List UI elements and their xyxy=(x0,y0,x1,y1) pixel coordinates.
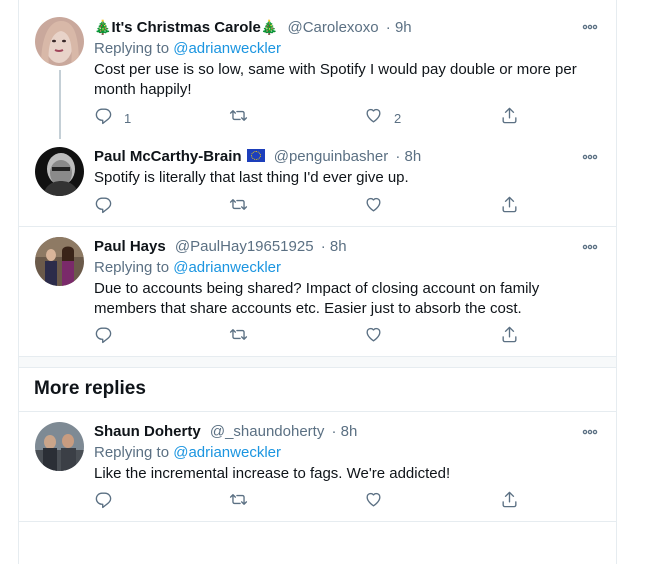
section-spacer xyxy=(19,357,616,367)
reply-button[interactable] xyxy=(94,327,113,347)
replying-to: Replying to @adrianweckler xyxy=(94,39,281,59)
replying-to: Replying to @adrianweckler xyxy=(94,443,281,463)
eu-flag-icon xyxy=(246,149,265,162)
replying-to-label: Replying to xyxy=(94,40,170,57)
avatar[interactable] xyxy=(35,237,84,286)
reply-count: 1 xyxy=(124,110,132,126)
reply-icon xyxy=(94,195,113,219)
tweet-text: Due to accounts being shared? Impact of … xyxy=(94,280,540,317)
display-name[interactable]: Shaun Doherty xyxy=(94,423,201,440)
thread-connector xyxy=(59,70,61,139)
display-name[interactable]: It's Christmas Carole xyxy=(111,19,260,36)
heart-icon xyxy=(364,490,383,514)
retweet-icon xyxy=(229,106,248,130)
christmas-tree-icon: 🎄 xyxy=(94,19,112,35)
tweet-text: Like the incremental increase to fags. W… xyxy=(94,465,451,482)
replying-to-link[interactable]: @adrianweckler xyxy=(173,40,281,57)
timestamp[interactable]: · 9h xyxy=(386,19,412,36)
share-icon xyxy=(500,325,519,349)
tweet-header: Paul McCarthy-Brain @penguinbasher · 8h xyxy=(94,147,421,167)
replying-to-label: Replying to xyxy=(94,444,170,461)
user-handle[interactable]: @Carolexoxo xyxy=(288,19,379,36)
more-options-icon[interactable] xyxy=(580,237,600,257)
reply-tweet[interactable]: Paul Hays @PaulHay19651925 · 8h Replying… xyxy=(19,237,616,355)
tweet-actions xyxy=(94,325,544,349)
divider xyxy=(19,367,616,368)
replying-to: Replying to @adrianweckler xyxy=(94,258,281,278)
heart-icon xyxy=(364,325,383,349)
avatar[interactable] xyxy=(35,147,84,196)
timestamp[interactable]: · 8h xyxy=(321,238,347,255)
tweet-actions xyxy=(94,490,544,514)
share-button[interactable] xyxy=(500,106,519,130)
display-name[interactable]: Paul McCarthy-Brain xyxy=(94,148,242,165)
replies-column: 🎄It's Christmas Carole🎄 @Carolexoxo · 9h… xyxy=(18,0,617,564)
tweet-header: Paul Hays @PaulHay19651925 · 8h xyxy=(94,237,347,257)
retweet-button[interactable] xyxy=(229,108,248,128)
retweet-button[interactable] xyxy=(229,492,248,512)
more-replies-heading: More replies xyxy=(34,378,146,399)
tweet-actions: 1 2 xyxy=(94,106,544,130)
user-handle[interactable]: @penguinbasher xyxy=(274,148,388,165)
share-icon xyxy=(500,490,519,514)
share-icon xyxy=(500,195,519,219)
retweet-icon xyxy=(229,195,248,219)
display-name[interactable]: Paul Hays xyxy=(94,238,166,255)
reply-tweet[interactable]: Paul McCarthy-Brain @penguinbasher · 8h … xyxy=(19,147,616,217)
tweet-header: Shaun Doherty @_shaundoherty · 8h xyxy=(94,422,357,442)
avatar[interactable] xyxy=(35,422,84,471)
avatar[interactable] xyxy=(35,17,84,66)
retweet-icon xyxy=(229,490,248,514)
share-button[interactable] xyxy=(500,490,519,514)
retweet-button[interactable] xyxy=(229,197,248,217)
like-count: 2 xyxy=(394,110,402,126)
tweet-header: 🎄It's Christmas Carole🎄 @Carolexoxo · 9h xyxy=(94,17,412,37)
retweet-icon xyxy=(229,325,248,349)
reply-tweet[interactable]: Shaun Doherty @_shaundoherty · 8h Replyi… xyxy=(19,422,616,522)
reply-icon xyxy=(94,106,113,130)
user-handle[interactable]: @_shaundoherty xyxy=(210,423,324,440)
divider xyxy=(19,411,616,412)
like-button[interactable]: 2 xyxy=(364,108,401,128)
replying-to-link[interactable]: @adrianweckler xyxy=(173,259,281,276)
more-options-icon[interactable] xyxy=(580,422,600,442)
tweet-text: Cost per use is so low, same with Spotif… xyxy=(94,61,577,98)
share-icon xyxy=(500,106,519,130)
share-button[interactable] xyxy=(500,195,519,219)
more-options-icon[interactable] xyxy=(580,147,600,167)
reply-icon xyxy=(94,490,113,514)
reply-icon xyxy=(94,325,113,349)
reply-button[interactable] xyxy=(94,197,113,217)
tweet-text: Spotify is literally that last thing I'd… xyxy=(94,169,409,186)
timestamp[interactable]: · 8h xyxy=(395,148,421,165)
more-options-icon[interactable] xyxy=(580,17,600,37)
like-button[interactable] xyxy=(364,197,383,217)
tweet-actions xyxy=(94,195,544,219)
retweet-button[interactable] xyxy=(229,327,248,347)
reply-button[interactable]: 1 xyxy=(94,108,131,128)
share-button[interactable] xyxy=(500,325,519,349)
divider xyxy=(19,226,616,227)
user-handle[interactable]: @PaulHay19651925 xyxy=(175,238,314,255)
reply-tweet[interactable]: 🎄It's Christmas Carole🎄 @Carolexoxo · 9h… xyxy=(19,17,616,139)
divider xyxy=(19,521,616,522)
like-button[interactable] xyxy=(364,492,383,512)
christmas-tree-icon: 🎄 xyxy=(260,19,279,35)
like-button[interactable] xyxy=(364,327,383,347)
replying-to-label: Replying to xyxy=(94,259,170,276)
heart-icon xyxy=(364,195,383,219)
replying-to-link[interactable]: @adrianweckler xyxy=(173,444,281,461)
reply-button[interactable] xyxy=(94,492,113,512)
heart-icon xyxy=(364,106,383,130)
timestamp[interactable]: · 8h xyxy=(332,423,358,440)
